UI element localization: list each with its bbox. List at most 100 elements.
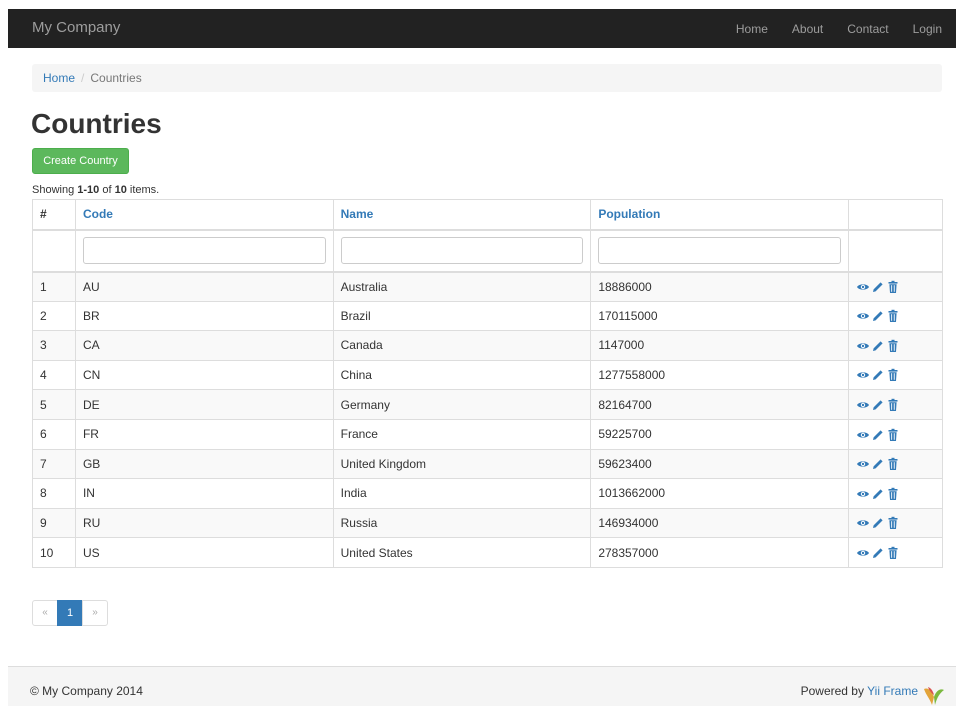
cell-name: Australia [332,271,592,302]
cell-code: DE [74,389,334,420]
nav-login-link[interactable]: Login [913,22,942,36]
pencil-icon[interactable] [871,457,885,471]
cell-serial: 1 [32,271,76,302]
breadcrumb-home-link[interactable]: Home [43,71,75,85]
cell-code: RU [74,507,334,539]
cell-actions [848,448,943,480]
trash-icon[interactable] [886,280,900,294]
eye-icon[interactable] [856,457,870,471]
footer-powered-by: Powered by Yii Frame [801,684,918,698]
table-body: 1 AU Australia 18886000 2 BR Brazil 170115000 3 C… [32,271,943,568]
yii-logo-icon [924,687,944,705]
cell-actions [848,300,943,332]
trash-icon[interactable] [886,457,900,471]
column-header-population: Population [590,199,850,231]
eye-icon[interactable] [856,398,870,412]
pencil-icon[interactable] [871,516,885,530]
brand-link[interactable]: My Company [32,19,120,36]
column-header-name: Name [332,199,592,231]
trash-icon[interactable] [886,398,900,412]
cell-code: IN [74,478,334,509]
cell-code: BR [74,300,334,332]
cell-actions [848,537,943,568]
cell-population: 1147000 [590,330,850,361]
countries-table: # Code Name Population 1 AU Australia 18886… [32,199,943,568]
eye-icon[interactable] [856,309,870,323]
eye-icon[interactable] [856,516,870,530]
nav-contact-link[interactable]: Contact [847,22,888,36]
create-country-button[interactable]: Create Country [32,148,129,174]
cell-code: AU [74,271,334,302]
pencil-icon[interactable] [871,309,885,323]
nav-about-link[interactable]: About [792,22,823,36]
pencil-icon[interactable] [871,368,885,382]
eye-icon[interactable] [856,368,870,382]
cell-name: Brazil [332,300,592,332]
filter-population-input[interactable] [598,237,842,264]
filter-cell-serial [32,229,76,273]
cell-code: CA [74,330,334,361]
eye-icon[interactable] [856,428,870,442]
cell-actions [848,507,943,539]
cell-serial: 4 [32,359,76,391]
eye-icon[interactable] [856,546,870,560]
eye-icon[interactable] [856,339,870,353]
cell-name: France [332,418,592,450]
pagination-page-1[interactable]: 1 [57,600,83,626]
cell-population: 146934000 [590,507,850,539]
filter-name-input[interactable] [340,237,584,264]
pencil-icon[interactable] [871,280,885,294]
grid-summary: Showing 1-10 of 10 items. [32,184,159,196]
filter-cell-name [332,229,592,273]
cell-actions [848,271,943,302]
cell-name: United Kingdom [332,448,592,480]
table-row: 4 CN China 1277558000 [32,359,943,391]
filter-code-input[interactable] [82,237,326,264]
cell-population: 82164700 [590,389,850,420]
filter-cell-population [590,229,850,273]
summary-suffix: items. [126,184,160,196]
navbar: My Company Home About Contact Login [8,9,956,48]
cell-serial: 9 [32,507,76,539]
filter-cell-code [74,229,334,273]
sort-population-link[interactable]: Population [598,207,660,221]
trash-icon[interactable] [886,339,900,353]
cell-population: 1013662000 [590,478,850,509]
sort-code-link[interactable]: Code [83,207,113,221]
nav-menu: Home About Contact Login [712,9,956,48]
pencil-icon[interactable] [871,339,885,353]
cell-actions [848,418,943,450]
cell-actions [848,330,943,361]
pagination-next-link[interactable]: » [82,600,108,626]
summary-of: of [99,184,115,196]
trash-icon[interactable] [886,428,900,442]
pencil-icon[interactable] [871,487,885,501]
trash-icon[interactable] [886,368,900,382]
header-row: # Code Name Population [32,199,943,231]
pagination-prev-link[interactable]: « [32,600,58,626]
eye-icon[interactable] [856,487,870,501]
page-title: Countries [31,108,162,139]
pencil-icon[interactable] [871,428,885,442]
trash-icon[interactable] [886,546,900,560]
table-row: 2 BR Brazil 170115000 [32,300,943,332]
filter-row [32,229,943,273]
column-header-code: Code [74,199,334,231]
filter-cell-actions [848,229,943,273]
pagination: « 1 » [32,600,108,626]
table-row: 6 FR France 59225700 [32,418,943,450]
cell-code: CN [74,359,334,391]
trash-icon[interactable] [886,309,900,323]
eye-icon[interactable] [856,280,870,294]
cell-name: Russia [332,507,592,539]
nav-home-link[interactable]: Home [736,22,768,36]
pencil-icon[interactable] [871,546,885,560]
trash-icon[interactable] [886,516,900,530]
breadcrumb: Home / Countries [32,64,942,92]
cell-population: 170115000 [590,300,850,332]
trash-icon[interactable] [886,487,900,501]
sort-name-link[interactable]: Name [341,207,374,221]
pencil-icon[interactable] [871,398,885,412]
yii-framework-link[interactable]: Yii Frame [867,684,918,698]
table-row: 8 IN India 1013662000 [32,478,943,509]
